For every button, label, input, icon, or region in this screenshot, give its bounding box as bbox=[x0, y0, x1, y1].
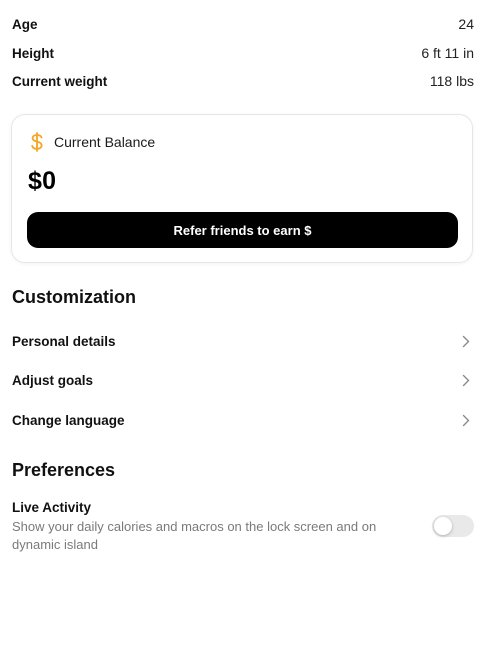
nav-item-label: Adjust goals bbox=[12, 372, 94, 388]
profile-row-weight: Current weight 118 lbs bbox=[12, 71, 474, 91]
nav-item-change-language[interactable]: Change language bbox=[12, 408, 472, 432]
balance-amount: $0 bbox=[28, 167, 57, 195]
refer-friends-button[interactable]: Refer friends to earn $ bbox=[27, 212, 458, 248]
balance-card: Current Balance $0 Refer friends to earn… bbox=[11, 114, 473, 263]
customization-title: Customization bbox=[12, 287, 136, 307]
height-value: 6 ft 11 in bbox=[421, 45, 474, 61]
dollar-icon bbox=[29, 131, 45, 153]
preferences-title: Preferences bbox=[12, 460, 116, 480]
chevron-right-icon bbox=[460, 413, 472, 427]
chevron-right-icon bbox=[460, 373, 472, 387]
toggle-knob bbox=[434, 517, 452, 535]
nav-item-label: Change language bbox=[12, 412, 125, 428]
height-label: Height bbox=[12, 45, 54, 61]
age-value: 24 bbox=[458, 16, 474, 32]
nav-item-personal-details[interactable]: Personal details bbox=[12, 329, 472, 353]
live-activity-title: Live Activity bbox=[12, 500, 92, 515]
live-activity-description: Show your daily calories and macros on t… bbox=[12, 519, 377, 552]
live-activity-toggle[interactable] bbox=[432, 515, 474, 537]
age-label: Age bbox=[12, 16, 38, 32]
chevron-right-icon bbox=[460, 334, 472, 348]
profile-row-height: Height 6 ft 11 in bbox=[12, 43, 474, 63]
weight-value: 118 lbs bbox=[429, 73, 474, 89]
balance-header: Current Balance bbox=[29, 131, 155, 153]
weight-label: Current weight bbox=[12, 73, 108, 89]
live-activity-setting: Live Activity Show your daily calories a… bbox=[12, 500, 422, 554]
nav-item-label: Personal details bbox=[12, 333, 116, 349]
balance-title: Current Balance bbox=[54, 134, 156, 150]
profile-row-age: Age 24 bbox=[12, 14, 474, 34]
nav-item-adjust-goals[interactable]: Adjust goals bbox=[12, 368, 472, 392]
